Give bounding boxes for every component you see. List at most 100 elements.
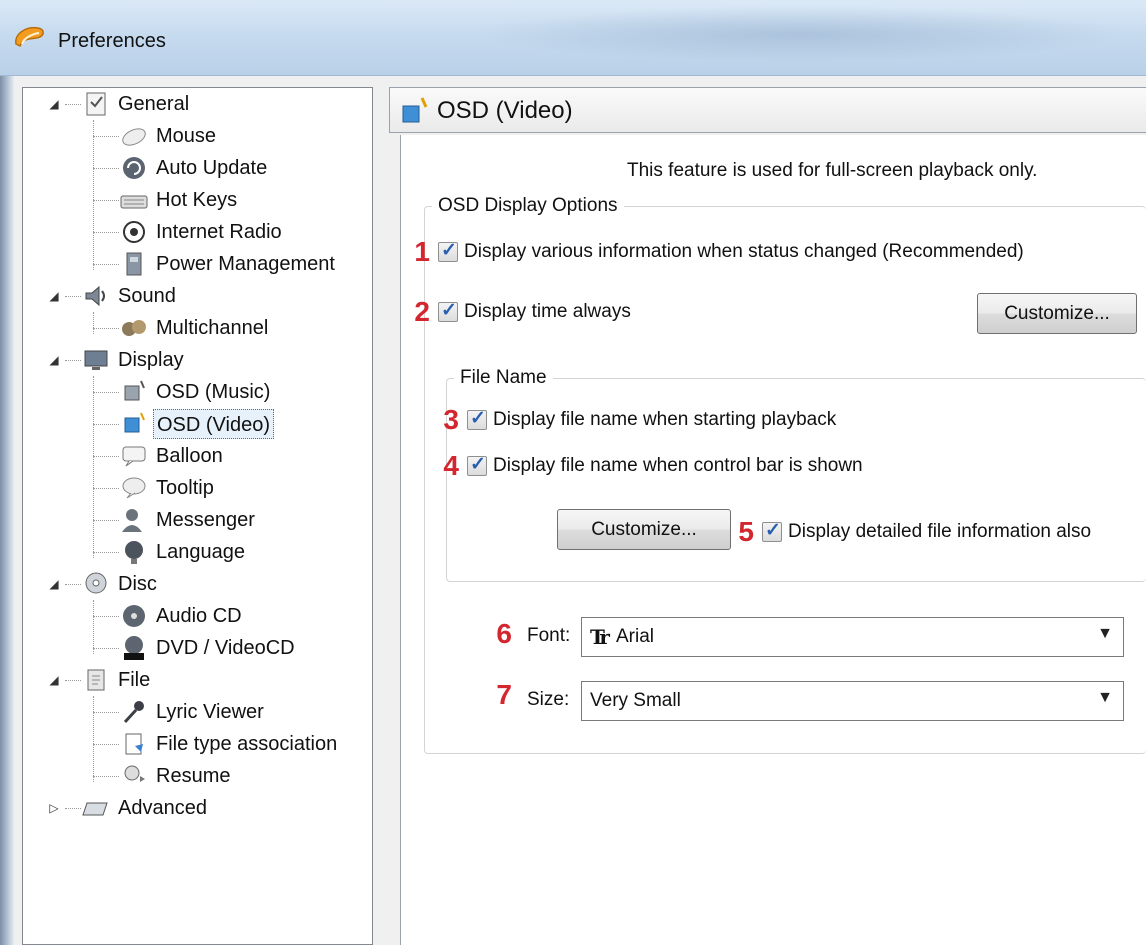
tree-item-sound[interactable]: ◢ Sound: [49, 280, 179, 312]
tree-item-language[interactable]: Language: [93, 536, 248, 568]
annotation-number: 6: [496, 618, 512, 649]
tree-item-balloon[interactable]: Balloon: [93, 440, 226, 472]
tree-item-tooltip[interactable]: Tooltip: [93, 472, 217, 504]
tree-item-label: Auto Update: [156, 157, 268, 179]
size-label: Size:: [527, 689, 570, 710]
tree-item-label: OSD (Music): [156, 381, 271, 403]
panel-title: OSD (Video): [437, 97, 573, 124]
radio-icon: [123, 221, 145, 243]
app-logo-icon: [15, 26, 44, 48]
tree-item-label: Audio CD: [156, 605, 242, 627]
tree-item-label: Language: [156, 541, 245, 563]
tree-item-label: Hot Keys: [156, 189, 238, 211]
microphone-icon: [123, 701, 144, 724]
title-bar: Preferences: [0, 0, 1146, 76]
tree-item-label: Advanced: [118, 797, 207, 819]
audio-cd-icon: [123, 605, 145, 627]
file-icon: [87, 669, 105, 691]
expand-triangle-icon[interactable]: ▷: [47, 801, 61, 815]
tree-item-mouse[interactable]: Mouse: [93, 120, 219, 152]
collapse-triangle-icon[interactable]: ◢: [47, 289, 61, 303]
display-icon: [84, 350, 108, 370]
tree-item-osd-video[interactable]: OSD (Video): [93, 408, 275, 440]
tree-item-power-management[interactable]: Power Management: [93, 248, 338, 280]
tree-item-label: Sound: [118, 285, 176, 307]
tree-item-label: Display: [118, 349, 184, 371]
tree-item-multichannel[interactable]: Multichannel: [93, 312, 271, 344]
detailed-info-label: Display detailed file information also: [788, 521, 1092, 542]
tree-item-general[interactable]: ◢ General: [49, 88, 192, 120]
dropdown-arrow-icon[interactable]: ▼: [1097, 689, 1113, 707]
collapse-triangle-icon[interactable]: ◢: [47, 353, 61, 367]
status-info-checkbox[interactable]: ✓: [438, 240, 458, 262]
panel-header: OSD (Video): [389, 87, 1146, 133]
collapse-triangle-icon[interactable]: ◢: [47, 577, 61, 591]
annotation-number: 3: [443, 404, 459, 435]
tree-item-advanced[interactable]: ▷ Advanced: [49, 792, 210, 824]
collapse-triangle-icon[interactable]: ◢: [47, 97, 61, 111]
osd-video-icon: [124, 412, 145, 433]
collapse-triangle-icon[interactable]: ◢: [47, 673, 61, 687]
tree-item-label: Resume: [156, 765, 231, 787]
advanced-icon: [82, 802, 108, 816]
tree-item-hot-keys[interactable]: Hot Keys: [93, 184, 240, 216]
language-icon: [125, 541, 143, 564]
disc-icon: [85, 572, 107, 594]
time-always-checkbox[interactable]: ✓: [438, 300, 458, 322]
tree-item-display[interactable]: ◢ Display: [49, 344, 187, 376]
checkmark-icon: ✓: [765, 520, 781, 541]
tree-item-resume[interactable]: Resume: [93, 760, 233, 792]
dvd-icon: [124, 636, 144, 660]
option-status-info[interactable]: 1 ✓ Display various information when sta…: [414, 236, 1023, 268]
file-name-legend: File Name: [454, 367, 553, 389]
tree-item-file-type-association[interactable]: File type association: [93, 728, 340, 760]
tree-item-disc[interactable]: ◢ Disc: [49, 568, 160, 600]
tree-item-osd-music[interactable]: OSD (Music): [93, 376, 273, 408]
tree-item-file[interactable]: ◢ File: [49, 664, 153, 696]
window-edge: [0, 76, 14, 945]
annotation-number: 1: [414, 236, 430, 267]
checkmark-icon: ✓: [470, 454, 486, 475]
resume-icon: [124, 765, 145, 782]
detailed-info-checkbox[interactable]: ✓: [762, 520, 782, 542]
osd-display-options-legend: OSD Display Options: [432, 195, 624, 217]
tree-item-label: Mouse: [156, 125, 217, 147]
tree-item-label: Lyric Viewer: [156, 701, 264, 723]
tree-item-label: DVD / VideoCD: [156, 637, 295, 659]
tree-item-label: General: [118, 93, 190, 115]
font-label: Font:: [527, 625, 571, 646]
tree-item-label: Messenger: [156, 509, 255, 531]
osd-video-icon: [402, 97, 428, 123]
tree-item-lyric-viewer[interactable]: Lyric Viewer: [93, 696, 267, 728]
customize-file-name-button[interactable]: Customize...: [557, 509, 731, 550]
fullscreen-notice: This feature is used for full-screen pla…: [627, 160, 1038, 181]
tree-item-label: Disc: [118, 573, 157, 595]
name-on-control-bar-checkbox[interactable]: ✓: [467, 454, 487, 476]
dropdown-arrow-icon[interactable]: ▼: [1097, 625, 1113, 643]
font-select[interactable]: Tr Arial ▼: [581, 617, 1124, 657]
tree-item-audio-cd[interactable]: Audio CD: [93, 600, 245, 632]
tree-item-internet-radio[interactable]: Internet Radio: [93, 216, 285, 248]
messenger-icon: [122, 509, 142, 532]
tree-item-messenger[interactable]: Messenger: [93, 504, 258, 536]
name-on-control-bar-label: Display file name when control bar is sh…: [493, 455, 863, 476]
preferences-tree[interactable]: ◢ General Mouse Auto Update Hot Keys Int…: [22, 87, 373, 945]
tree-item-dvd[interactable]: DVD / VideoCD: [93, 632, 298, 664]
size-select-value: Very Small: [590, 690, 681, 711]
name-on-start-checkbox[interactable]: ✓: [467, 408, 487, 430]
balloon-icon: [122, 446, 146, 467]
truetype-font-icon: Tr: [590, 625, 610, 649]
option-time-always[interactable]: 2 ✓ Display time always: [414, 296, 630, 328]
tooltip-icon: [122, 477, 146, 499]
option-name-on-control-bar[interactable]: 4 ✓ Display file name when control bar i…: [443, 450, 863, 482]
tree-item-label: Power Management: [156, 253, 335, 275]
customize-time-button[interactable]: Customize...: [977, 293, 1137, 334]
annotation-number: 4: [443, 450, 459, 481]
window-title: Preferences: [58, 30, 166, 52]
size-select[interactable]: Very Small ▼: [581, 681, 1124, 721]
tree-item-auto-update[interactable]: Auto Update: [93, 152, 270, 184]
tree-item-label: File type association: [156, 733, 338, 755]
power-icon: [126, 252, 142, 276]
option-name-on-start[interactable]: 3 ✓ Display file name when starting play…: [443, 404, 836, 436]
option-detailed-info[interactable]: 5 ✓ Display detailed file information al…: [738, 516, 1091, 548]
